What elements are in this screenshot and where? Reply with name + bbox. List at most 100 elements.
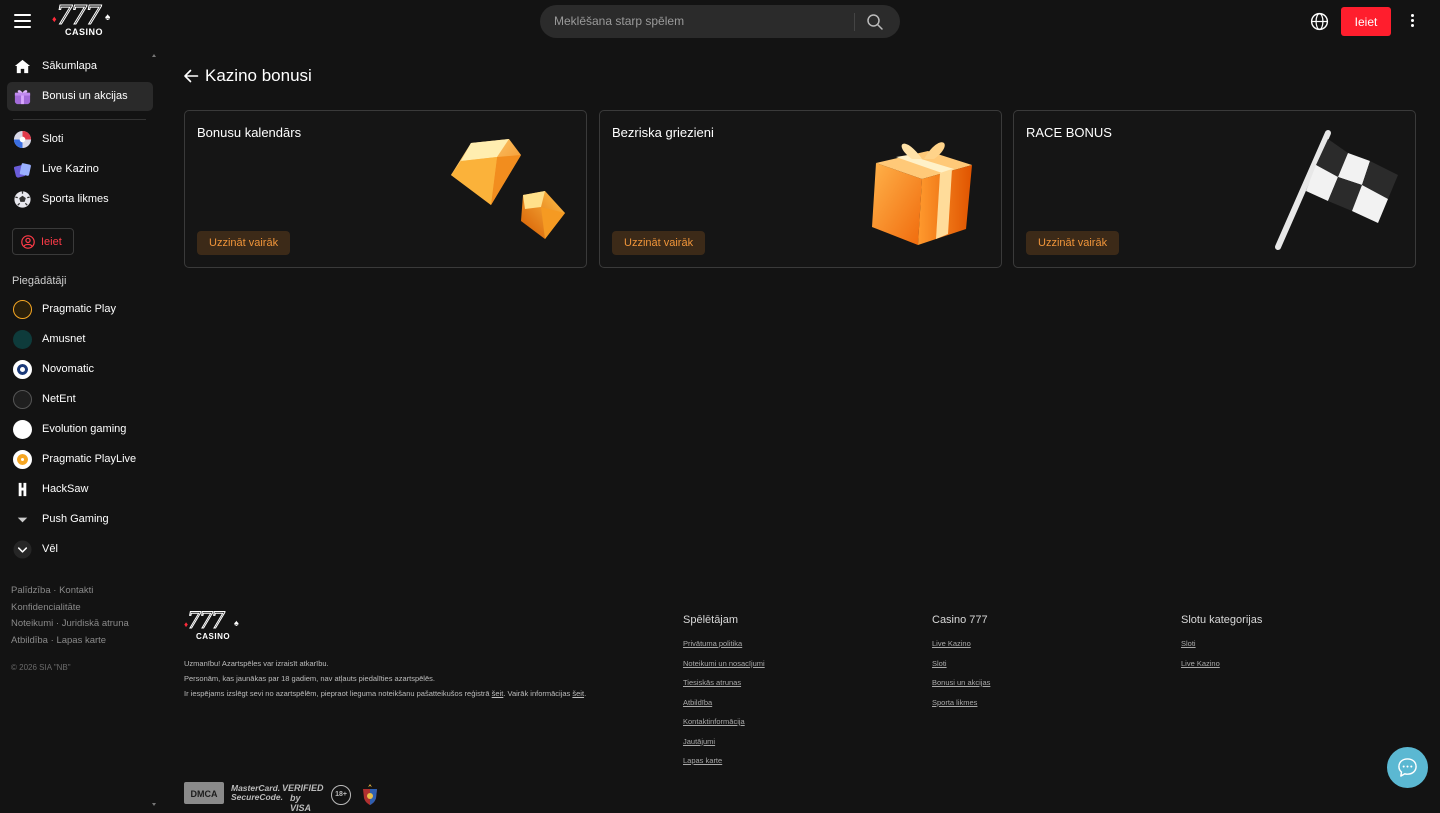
warning-text: . bbox=[584, 689, 587, 698]
footer-logo[interactable]: ♦ 777 ♠ CASINO bbox=[184, 609, 244, 642]
footer-link[interactable]: Kontaktinformācija bbox=[683, 717, 765, 726]
sidebar: Sākumlapa Bonusi un akcijas Sloti Live K… bbox=[0, 52, 162, 810]
footer-link-privacy[interactable]: Konfidencialitāte bbox=[11, 602, 81, 613]
warning-text: Ir iespējams izslēgt sevi no azartspēlēm… bbox=[184, 689, 492, 698]
footer-column-title: Casino 777 bbox=[932, 614, 988, 626]
sidebar-item-slots[interactable]: Sloti bbox=[7, 125, 153, 154]
footer-link-responsibility[interactable]: Atbildība bbox=[11, 635, 48, 646]
bonus-card-free-spins[interactable]: Bezriska griezieni Uzzināt vairāk bbox=[599, 110, 1002, 268]
sidebar-item-label: HackSaw bbox=[42, 483, 89, 495]
slots-icon bbox=[13, 130, 32, 149]
search-input[interactable] bbox=[554, 14, 844, 28]
footer-link[interactable]: Privātuma politika bbox=[683, 639, 765, 648]
sidebar-item-netent[interactable]: NetEnt bbox=[7, 385, 153, 414]
sidebar-item-label: Evolution gaming bbox=[42, 423, 127, 435]
chat-bubble-icon bbox=[1398, 758, 1417, 777]
search-icon[interactable] bbox=[866, 13, 884, 31]
scroll-down-icon[interactable] bbox=[152, 803, 156, 806]
sidebar-item-hacksaw[interactable]: HackSaw bbox=[7, 475, 153, 504]
sidebar-item-label: Push Gaming bbox=[42, 513, 109, 525]
bonus-card-calendar[interactable]: Bonusu kalendārs Uzzināt vairāk bbox=[184, 110, 587, 268]
footer-link[interactable]: Tiesiskās atrunas bbox=[683, 678, 765, 687]
home-icon bbox=[14, 59, 31, 74]
sidebar-item-amusnet[interactable]: Amusnet bbox=[7, 325, 153, 354]
sidebar-item-pragmatic-playlive[interactable]: Pragmatic PlayLive bbox=[7, 445, 153, 474]
warning-line: Uzmanību! Azartspēles var izraisīt atkar… bbox=[184, 659, 329, 668]
warning-text: . Vairāk informācijas bbox=[503, 689, 573, 698]
self-exclusion-link[interactable]: šeit bbox=[492, 689, 504, 698]
footer-link[interactable]: Jautājumi bbox=[683, 737, 765, 746]
verified-by-visa-badge: VERIFIED by VISA bbox=[282, 783, 324, 813]
sidebar-item-label: Live Kazino bbox=[42, 163, 99, 175]
sidebar-item-novomatic[interactable]: Novomatic bbox=[7, 355, 153, 384]
sidebar-item-pragmatic-play[interactable]: Pragmatic Play bbox=[7, 295, 153, 324]
sidebar-item-home[interactable]: Sākumlapa bbox=[7, 52, 153, 81]
footer-link-legal[interactable]: Juridiskā atruna bbox=[62, 618, 129, 629]
search-divider bbox=[854, 13, 855, 31]
footer-link[interactable]: Lapas karte bbox=[683, 756, 765, 765]
footer-column-slot-categories: Slotu kategorijas Sloti Live Kazino bbox=[1181, 614, 1262, 678]
top-bar: ♦ 777 ♠ CASINO Ieiet bbox=[0, 0, 1440, 44]
chat-button[interactable] bbox=[1387, 747, 1428, 788]
gift-box-icon bbox=[872, 142, 972, 245]
learn-more-button[interactable]: Uzzināt vairāk bbox=[612, 231, 706, 255]
more-options-icon[interactable] bbox=[1408, 14, 1416, 28]
sidebar-item-label: Sloti bbox=[42, 133, 64, 145]
dmca-badge[interactable]: DMCA bbox=[184, 782, 224, 804]
sidebar-item-live-casino[interactable]: Live Kazino bbox=[7, 155, 153, 184]
netent-logo-icon bbox=[13, 390, 32, 409]
footer-link[interactable]: Atbildība bbox=[683, 698, 765, 707]
diamonds-icon bbox=[451, 139, 565, 239]
menu-icon[interactable] bbox=[14, 14, 31, 28]
more-info-link[interactable]: šeit bbox=[572, 689, 584, 698]
footer-link-sitemap[interactable]: Lapas karte bbox=[56, 635, 106, 646]
learn-more-button[interactable]: Uzzināt vairāk bbox=[197, 231, 291, 255]
football-icon bbox=[14, 191, 31, 208]
pragmatic-play-logo-icon bbox=[13, 300, 32, 319]
footer-link[interactable]: Live Kazino bbox=[1181, 659, 1262, 668]
login-button[interactable]: Ieiet bbox=[1341, 7, 1391, 36]
footer-column-title: Slotu kategorijas bbox=[1181, 614, 1263, 626]
chevron-down-icon bbox=[13, 540, 32, 559]
footer-link[interactable]: Live Kazino bbox=[932, 639, 990, 648]
sidebar-item-label: Pragmatic PlayLive bbox=[42, 453, 137, 465]
back-arrow-icon[interactable] bbox=[183, 68, 199, 84]
mastercard-securecode-badge: MasterCard. SecureCode. bbox=[231, 784, 283, 802]
footer-link[interactable]: Sloti bbox=[1181, 639, 1262, 648]
sidebar-item-evolution[interactable]: Evolution gaming bbox=[7, 415, 153, 444]
sidebar-item-more[interactable]: Vēl bbox=[7, 535, 153, 564]
footer-link[interactable]: Bonusi un akcijas bbox=[932, 678, 990, 687]
casino-logo[interactable]: ♦ 777 ♠ CASINO bbox=[52, 1, 116, 38]
footer-link-contacts[interactable]: Kontakti bbox=[59, 585, 93, 596]
footer-link[interactable]: Sloti bbox=[932, 659, 990, 668]
search-bar bbox=[540, 5, 900, 38]
sidebar-item-label: Sporta likmes bbox=[42, 193, 109, 205]
footer-link[interactable]: Sporta likmes bbox=[932, 698, 990, 707]
user-icon bbox=[21, 235, 35, 249]
badge-text: by VISA bbox=[290, 793, 312, 813]
card-title: RACE BONUS bbox=[1026, 125, 1112, 140]
sidebar-item-push-gaming[interactable]: Push Gaming bbox=[7, 505, 153, 534]
sidebar-login-button[interactable]: Ieiet bbox=[12, 228, 74, 255]
sidebar-item-label: Sākumlapa bbox=[42, 60, 98, 72]
gift-icon bbox=[14, 90, 31, 105]
sidebar-item-label: Vēl bbox=[42, 543, 58, 555]
card-title: Bezriska griezieni bbox=[612, 125, 714, 140]
bonus-card-race[interactable]: RACE BONUS Uzzināt vairāk bbox=[1013, 110, 1416, 268]
coat-of-arms-icon bbox=[363, 784, 377, 805]
sidebar-item-label: NetEnt bbox=[42, 393, 76, 405]
card-title: Bonusu kalendārs bbox=[197, 125, 302, 140]
sidebar-item-label: Pragmatic Play bbox=[42, 303, 116, 315]
footer-link-terms[interactable]: Noteikumi bbox=[11, 618, 53, 629]
learn-more-button[interactable]: Uzzināt vairāk bbox=[1026, 231, 1120, 255]
pragmatic-playlive-logo-icon bbox=[13, 450, 32, 469]
globe-icon[interactable] bbox=[1310, 12, 1329, 31]
logo-suit-icon: ♠ bbox=[105, 12, 111, 23]
footer-link[interactable]: Noteikumi un nosacījumi bbox=[683, 659, 765, 668]
badge-text: VERIFIED bbox=[282, 783, 324, 793]
footer-link-help[interactable]: Palīdzība bbox=[11, 585, 51, 596]
sidebar-item-label: Novomatic bbox=[42, 363, 94, 375]
sidebar-item-bonuses[interactable]: Bonusi un akcijas bbox=[7, 82, 153, 111]
warning-line: Personām, kas jaunākas par 18 gadiem, na… bbox=[184, 674, 435, 683]
sidebar-item-sports[interactable]: Sporta likmes bbox=[7, 185, 153, 214]
